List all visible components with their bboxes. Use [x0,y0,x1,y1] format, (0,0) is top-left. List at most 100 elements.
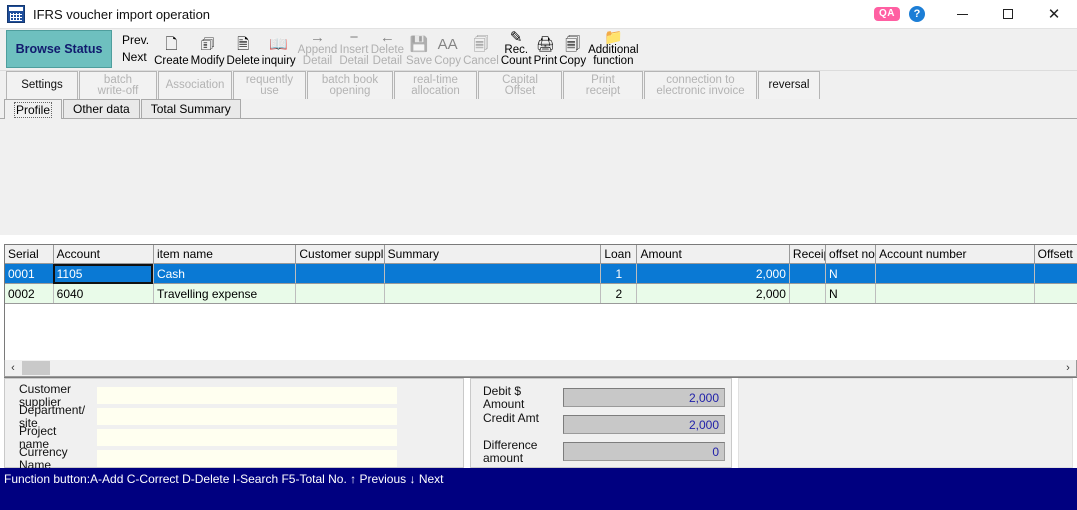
voucher-detail-grid[interactable]: Serial Account item name Customer suppl Summ… [4,244,1077,378]
delete-document-icon: 🗎 [237,35,250,53]
grid-cell-custsupp[interactable] [295,283,385,304]
tab-other-data[interactable]: Other data [63,99,140,118]
grid-header-custsupp[interactable]: Customer suppl [295,245,385,264]
minimize-button[interactable] [939,0,985,28]
tab-profile[interactable]: Profile [4,99,63,119]
maximize-button[interactable] [985,0,1031,28]
function-tab-connection-to-electronic-invoice: connection to electronic invoice [644,71,757,99]
grid-cell-serial[interactable]: 0002 [5,283,54,304]
tab-total-summary[interactable]: Total Summary [140,99,241,118]
main-toolbar: Browse Status Prev. Next 🗋 Create 🗊 Modify 🗎… [0,29,1077,71]
grid-cell-account[interactable]: 6040 [53,283,154,304]
grid-cell-item[interactable]: Cash [153,263,297,284]
toolbar-label: Append Detail [297,44,338,67]
grid-cell-item[interactable]: Travelling expense [153,283,297,304]
function-tab-association: Association [158,71,232,99]
grid-cell-receipt[interactable] [789,283,827,304]
scroll-right-icon[interactable]: › [1060,361,1076,376]
copy-pages-icon: 🗐 [565,35,581,53]
toolbar-label: inquiry [261,55,296,67]
grid-cell-offsetno[interactable]: N [825,283,877,304]
function-tab-batch-write-off: batch write-off [79,71,157,99]
grid-header-account[interactable]: Account [53,245,154,264]
edit-document-icon: 🗊 [200,35,215,53]
grid-cell-receipt[interactable] [789,263,827,284]
function-tab-batch-book-opening: batch book opening [307,71,393,99]
grid-header-item[interactable]: item name [153,245,297,264]
print-icon: 🖨 [535,35,555,53]
browse-status-button[interactable]: Browse Status [6,30,112,68]
toolbar-label: Insert Detail [339,44,369,67]
detail-field-1[interactable] [97,408,397,425]
grid-cell-account[interactable]: 1105 [53,263,154,284]
grid-body: 0001 1105 Cash 1 2,000 N 0002 6040 Travelling ex… [5,263,1077,304]
toolbar-button-copy[interactable]: 🗐 Copy [558,29,587,69]
function-tab-reversal[interactable]: reversal [758,71,820,99]
scroll-left-icon[interactable]: ‹ [5,361,21,376]
grid-header-summary[interactable]: Summary [384,245,602,264]
copy-text-icon: AA [437,35,458,53]
detail-field-0[interactable] [97,387,397,404]
additional-function-icon: 📁 [603,28,623,46]
grid-cell-offsett[interactable] [1034,283,1077,304]
grid-cell-summary[interactable] [384,263,602,284]
insert-detail-icon: − [349,28,359,46]
function-tab-print-receipt: Print receipt [563,71,643,99]
grid-header-acctnum[interactable]: Account number [875,245,1035,264]
toolbar-label: Cancel [463,55,499,67]
table-row[interactable]: 0001 1105 Cash 1 2,000 N [5,263,1077,284]
detail-field-3[interactable] [97,450,397,467]
grid-header-serial[interactable]: Serial [5,245,54,264]
toolbar-button-copy: AA Copy [433,29,462,69]
toolbar-label: Additional function [588,44,639,67]
toolbar-button-append-detail: → Append Detail [297,29,339,69]
grid-header-loan[interactable]: Loan [600,245,638,264]
prev-next-buttons[interactable]: Prev. Next [122,29,149,69]
function-tab-strip: Settings batch write-off Association requen… [0,71,1077,99]
qa-badge[interactable]: QA [874,7,900,21]
table-row[interactable]: 0002 6040 Travelling expense 2 2,000 N [5,283,1077,304]
inquiry-book-icon: 📖 [269,35,289,53]
grid-header-offsetno[interactable]: offset no [825,245,877,264]
toolbar-label: Delete Detail [370,44,404,67]
toolbar-button-delete-detail: ← Delete Detail [370,29,405,69]
toolbar-button-cancel: 🗐 Cancel [462,29,500,69]
help-icon[interactable]: ? [909,6,925,22]
grid-header-offsett[interactable]: Offsett [1034,245,1077,264]
grid-cell-custsupp[interactable] [295,263,385,284]
function-tab-capital-offset: Capital Offset [478,71,562,99]
grid-cell-serial[interactable]: 0001 [5,263,54,284]
close-button[interactable]: ✕ [1031,0,1077,28]
toolbar-button-modify[interactable]: 🗊 Modify [190,29,226,69]
grid-header-receipt[interactable]: Receip [789,245,827,264]
prev-button[interactable]: Prev. [122,32,149,49]
toolbar-button-rec.-count[interactable]: ✎ Rec. Count [500,29,533,69]
scrollbar-thumb[interactable] [22,361,50,375]
grid-cell-amount[interactable]: 2,000 [636,283,790,304]
toolbar-button-create[interactable]: 🗋 Create [153,29,190,69]
function-tab-settings[interactable]: Settings [6,71,78,99]
next-button[interactable]: Next [122,49,149,66]
toolbar-label: Copy [434,55,462,67]
detail-field-2[interactable] [97,429,397,446]
grid-cell-loan[interactable]: 2 [600,283,638,304]
grid-cell-loan[interactable]: 1 [600,263,638,284]
toolbar-button-print[interactable]: 🖨 Print [533,29,559,69]
title-bar: IFRS voucher import operation QA ? ✕ [0,0,1077,29]
toolbar-button-inquiry[interactable]: 📖 inquiry [261,29,297,69]
detail-info-group: Customer supplier Department/ site Project… [4,378,464,472]
append-detail-icon: → [310,28,325,46]
app-icon [7,5,25,23]
grid-horizontal-scrollbar[interactable]: ‹ › [4,360,1077,377]
grid-cell-amount[interactable]: 2,000 [636,263,790,284]
grid-cell-acctnum[interactable] [875,283,1035,304]
grid-cell-acctnum[interactable] [875,263,1035,284]
grid-cell-offsetno[interactable]: N [825,263,877,284]
toolbar-label: Rec. Count [500,44,532,67]
toolbar-button-insert-detail: − Insert Detail [338,29,369,69]
grid-cell-summary[interactable] [384,283,602,304]
grid-cell-offsett[interactable] [1034,263,1077,284]
toolbar-button-additional-function[interactable]: 📁 Additional function [587,29,640,69]
grid-header-amount[interactable]: Amount [636,245,790,264]
toolbar-button-delete[interactable]: 🗎 Delete [226,29,261,69]
